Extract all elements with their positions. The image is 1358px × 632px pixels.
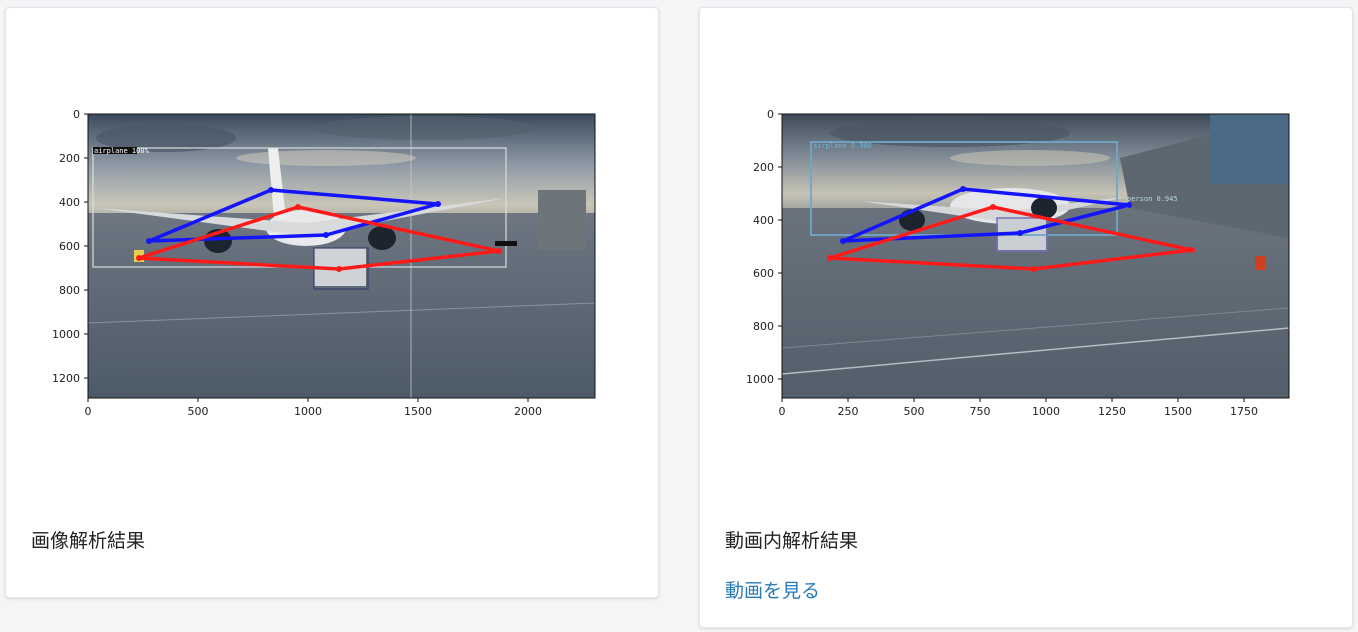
x-axis-ticks: 0 250 500 750 1000 1250 1500 1750 xyxy=(779,398,1258,418)
y-tick: 0 xyxy=(73,108,80,121)
x-tick: 500 xyxy=(188,405,209,418)
video-analysis-plot: airplane 0.988 person 0.945 0 250 500 75… xyxy=(746,108,1290,418)
detection-label: airplane 100% xyxy=(94,147,150,155)
y-tick: 1000 xyxy=(52,328,80,341)
x-tick: 1250 xyxy=(1098,405,1126,418)
y-axis-ticks: 0 200 400 600 800 1000 1200 xyxy=(52,108,88,385)
watch-video-link[interactable]: 動画を見る xyxy=(725,576,820,603)
detection-label: person 0.945 xyxy=(1127,195,1178,203)
card-title: 動画内解析結果 xyxy=(725,530,859,552)
y-tick: 1200 xyxy=(52,372,80,385)
y-tick: 200 xyxy=(59,152,80,165)
person-detection-label xyxy=(495,241,517,246)
x-tick: 1000 xyxy=(294,405,322,418)
x-tick: 250 xyxy=(838,405,859,418)
x-tick: 750 xyxy=(970,405,991,418)
y-tick: 800 xyxy=(59,284,80,297)
airport-video-frame xyxy=(781,114,1290,398)
x-tick: 0 xyxy=(779,405,786,418)
y-tick: 400 xyxy=(753,214,774,227)
airport-photo xyxy=(87,114,596,398)
x-tick: 1000 xyxy=(1032,405,1060,418)
y-axis-ticks: 0 200 400 600 800 1000 xyxy=(746,108,782,386)
x-tick: 1750 xyxy=(1230,405,1258,418)
y-tick: 200 xyxy=(753,161,774,174)
image-analysis-card: airplane 100% 0 500 1000 1500 2000 0 200… xyxy=(5,7,659,598)
x-axis-ticks: 0 500 1000 1500 2000 xyxy=(85,398,542,418)
y-tick: 600 xyxy=(59,240,80,253)
x-tick: 1500 xyxy=(1164,405,1192,418)
y-tick: 400 xyxy=(59,196,80,209)
y-tick: 1000 xyxy=(746,373,774,386)
y-tick: 600 xyxy=(753,267,774,280)
y-tick: 800 xyxy=(753,320,774,333)
x-tick: 500 xyxy=(904,405,925,418)
x-tick: 0 xyxy=(85,405,92,418)
x-tick: 2000 xyxy=(514,405,542,418)
image-analysis-plot: airplane 100% 0 500 1000 1500 2000 0 200… xyxy=(52,108,596,418)
card-title: 画像解析結果 xyxy=(31,530,146,552)
x-tick: 1500 xyxy=(404,405,432,418)
detection-label: airplane 0.988 xyxy=(813,142,872,150)
y-tick: 0 xyxy=(767,108,774,121)
video-analysis-card: airplane 0.988 person 0.945 0 250 500 75… xyxy=(699,7,1353,628)
